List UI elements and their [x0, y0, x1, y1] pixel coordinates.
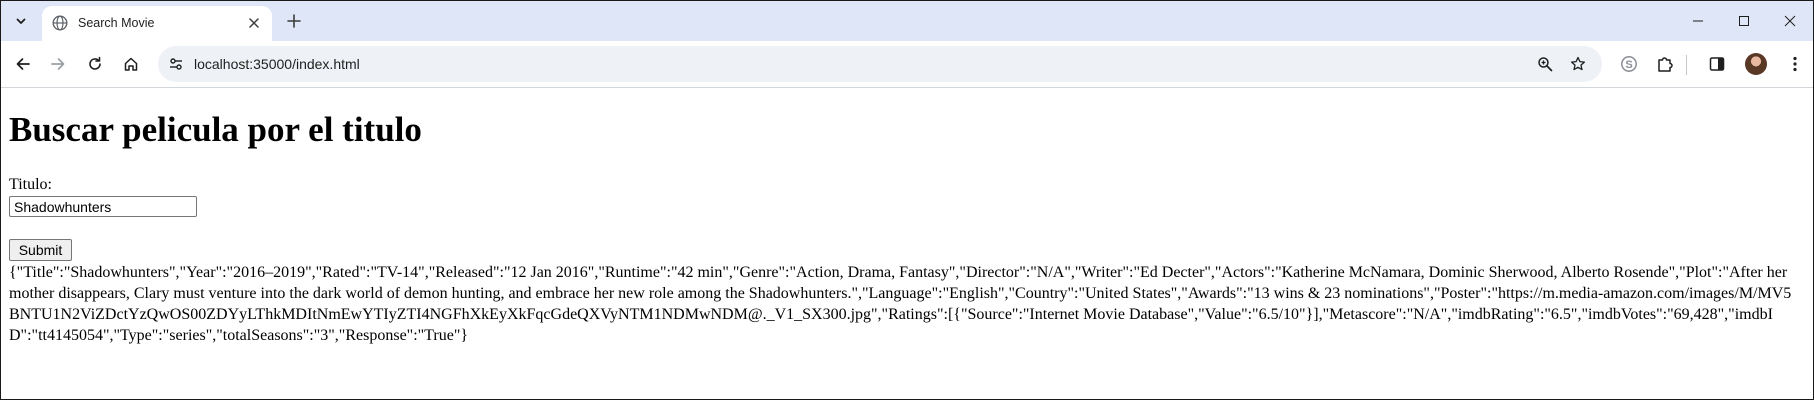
- zoom-icon[interactable]: [1535, 54, 1555, 74]
- extensions-button[interactable]: [1651, 50, 1679, 78]
- skype-icon: S: [1620, 55, 1638, 73]
- forward-button[interactable]: [44, 50, 72, 78]
- page-content: Buscar pelicula por el titulo Titulo: Su…: [0, 88, 1814, 398]
- address-bar[interactable]: localhost:35000/index.html: [158, 46, 1602, 82]
- maximize-icon: [1738, 15, 1750, 27]
- globe-icon: [52, 15, 68, 31]
- reload-icon: [87, 56, 103, 72]
- close-window-button[interactable]: [1767, 0, 1813, 41]
- kebab-menu-icon: [1793, 56, 1797, 72]
- minimize-icon: [1692, 15, 1704, 27]
- chevron-down-icon: [15, 15, 27, 27]
- result-json-text: {"Title":"Shadowhunters","Year":"2016–20…: [9, 264, 1792, 344]
- arrow-left-icon: [15, 56, 31, 72]
- close-icon[interactable]: [245, 14, 263, 32]
- menu-button[interactable]: [1781, 50, 1809, 78]
- skype-extension-button[interactable]: S: [1615, 50, 1643, 78]
- puzzle-icon: [1656, 55, 1674, 73]
- submit-button[interactable]: Submit: [9, 239, 72, 261]
- back-button[interactable]: [9, 50, 37, 78]
- side-panel-button[interactable]: [1703, 50, 1731, 78]
- title-field-label: Titulo:: [9, 176, 52, 193]
- arrow-right-icon: [50, 56, 66, 72]
- tab-active[interactable]: Search Movie: [42, 6, 272, 41]
- toolbar-divider: [1686, 55, 1687, 75]
- address-url[interactable]: localhost:35000/index.html: [194, 55, 360, 73]
- title-search-input[interactable]: [9, 196, 197, 217]
- new-tab-button[interactable]: [282, 9, 306, 33]
- home-button[interactable]: [117, 50, 145, 78]
- site-info-icon[interactable]: [166, 54, 186, 74]
- maximize-button[interactable]: [1721, 0, 1767, 41]
- side-panel-icon: [1709, 56, 1725, 72]
- star-icon[interactable]: [1568, 54, 1588, 74]
- reload-button[interactable]: [81, 50, 109, 78]
- tab-strip: Search Movie: [0, 0, 1814, 41]
- page-title: Buscar pelicula por el titulo: [9, 110, 422, 149]
- svg-text:S: S: [1625, 59, 1632, 71]
- tab-title: Search Movie: [78, 16, 155, 30]
- plus-icon: [287, 14, 301, 28]
- close-window-icon: [1784, 15, 1796, 27]
- avatar[interactable]: [1745, 53, 1767, 75]
- home-icon: [123, 56, 139, 72]
- tab-search-button[interactable]: [9, 9, 33, 33]
- browser-toolbar: localhost:35000/index.html S: [0, 41, 1814, 88]
- minimize-button[interactable]: [1675, 0, 1721, 41]
